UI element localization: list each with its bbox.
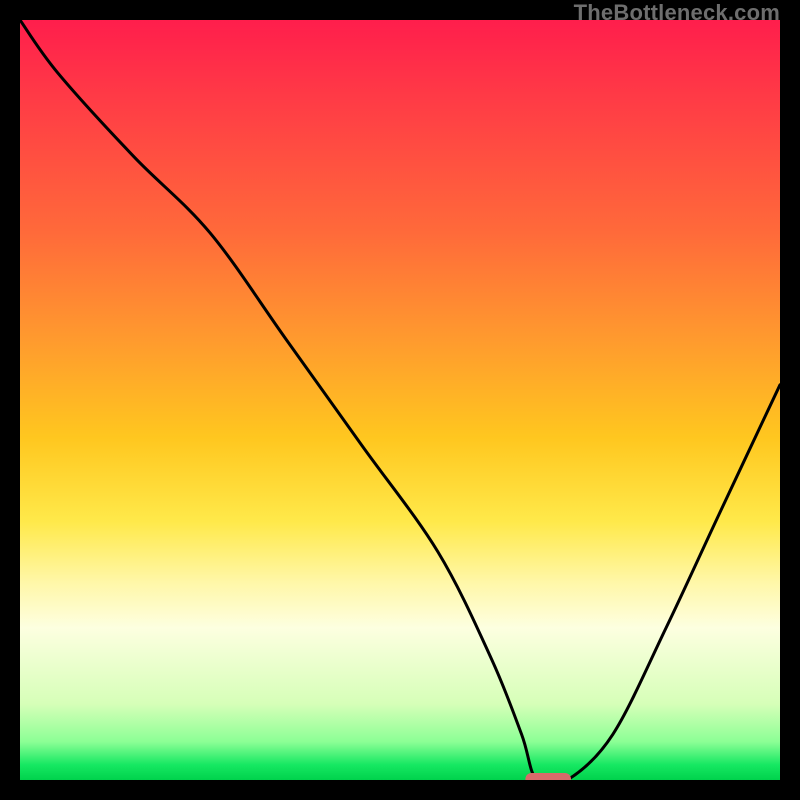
optimal-marker [525,773,571,780]
curve-layer [20,20,780,780]
bottleneck-curve [20,20,780,780]
plot-area [20,20,780,780]
chart-frame: TheBottleneck.com [0,0,800,800]
